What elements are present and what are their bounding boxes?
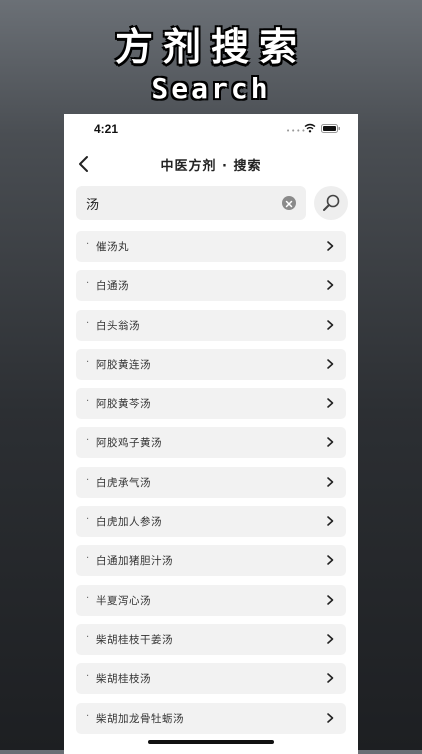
chevron-right-icon: [327, 594, 334, 605]
list-item[interactable]: · 白通加猪胆汁汤: [76, 545, 346, 577]
list-item[interactable]: · 阿胶黄连汤: [76, 348, 346, 380]
promo-title: 方剂搜索: [114, 24, 307, 69]
list-item-label: 白通汤: [96, 280, 129, 293]
search-button[interactable]: [314, 186, 348, 220]
list-item-label: 柴胡桂枝干姜汤: [96, 633, 173, 646]
bullet: ·: [86, 435, 90, 447]
chevron-right-icon: [327, 319, 334, 330]
status-bar: 4:21 ••••: [64, 114, 358, 144]
list-item-label: 半夏泻心汤: [96, 594, 151, 607]
list-item-label: 阿胶黄连汤: [96, 358, 151, 371]
list-item[interactable]: · 白通汤: [76, 270, 346, 302]
list-item-label: 白虎加人参汤: [96, 516, 162, 529]
list-item[interactable]: · 阿胶鸡子黄汤: [76, 427, 346, 459]
list-item-label: 阿胶黄芩汤: [96, 398, 151, 411]
chevron-right-icon: [327, 634, 334, 644]
list-item[interactable]: · 白头翁汤: [76, 309, 346, 341]
close-icon: [285, 200, 293, 208]
chevron-right-icon: [327, 398, 334, 408]
bullet: ·: [86, 239, 90, 250]
bullet: ·: [86, 356, 90, 368]
chevron-right-icon: [327, 712, 334, 723]
bullet: ·: [86, 396, 90, 408]
battery-icon: [321, 124, 340, 133]
home-indicator: [148, 740, 274, 744]
bullet: ·: [86, 278, 90, 290]
list-item-label: 催汤丸: [96, 241, 129, 253]
list-item[interactable]: · 白虎加人参汤: [76, 506, 346, 538]
list-item-label: 白通加猪胆汁汤: [96, 555, 173, 568]
chevron-right-icon: [327, 437, 334, 448]
nav-bar: 中医方剂 · 搜索: [64, 146, 358, 182]
list-item[interactable]: · 阿胶黄芩汤: [76, 388, 346, 420]
result-list: · 催汤丸 · 白通汤 · 白头翁汤 · 阿胶黄连汤 · 阿胶黄芩汤 · 阿胶鸡…: [76, 231, 346, 742]
search-box: [76, 186, 306, 220]
bullet: ·: [86, 317, 90, 329]
list-item[interactable]: · 柴胡加龙骨牡蛎汤: [76, 702, 346, 734]
promo-subtitle: Search: [151, 72, 271, 105]
chevron-right-icon: [327, 241, 334, 251]
bullet: ·: [86, 671, 90, 683]
list-item[interactable]: · 半夏泻心汤: [76, 584, 346, 616]
bullet: ·: [86, 474, 90, 486]
list-item[interactable]: · 白虎承气汤: [76, 466, 346, 498]
chevron-right-icon: [327, 359, 334, 369]
chevron-right-icon: [327, 516, 334, 526]
chevron-right-icon: [327, 555, 334, 566]
bullet: ·: [86, 631, 90, 643]
bullet: ·: [86, 553, 90, 565]
search-icon: [323, 194, 340, 211]
page-title: 中医方剂 · 搜索: [160, 159, 262, 174]
list-item-label: 白虎承气汤: [96, 476, 151, 489]
list-item-label: 柴胡桂枝汤: [96, 673, 151, 686]
list-item-label: 柴胡加龙骨牡蛎汤: [96, 712, 184, 725]
chevron-right-icon: [327, 673, 334, 684]
bullet: ·: [86, 514, 90, 526]
list-item[interactable]: · 柴胡桂枝汤: [76, 663, 346, 695]
bullet: ·: [86, 710, 90, 722]
status-time: 4:21: [94, 122, 119, 136]
list-item-label: 白头翁汤: [96, 319, 140, 332]
wifi-icon: [304, 123, 316, 133]
list-item[interactable]: · 柴胡桂枝干姜汤: [76, 623, 346, 655]
list-item-label: 阿胶鸡子黄汤: [96, 437, 162, 450]
chevron-right-icon: [327, 280, 334, 291]
clear-icon[interactable]: [282, 196, 296, 210]
search-input[interactable]: [86, 186, 276, 220]
bullet: ·: [86, 592, 90, 604]
phone-screen: 4:21 •••• 中医方剂 · 搜索 汤 · 催汤丸 · 白通汤 · 白头翁汤…: [64, 114, 358, 754]
chevron-right-icon: [327, 476, 334, 487]
list-item[interactable]: · 催汤丸: [76, 231, 346, 262]
